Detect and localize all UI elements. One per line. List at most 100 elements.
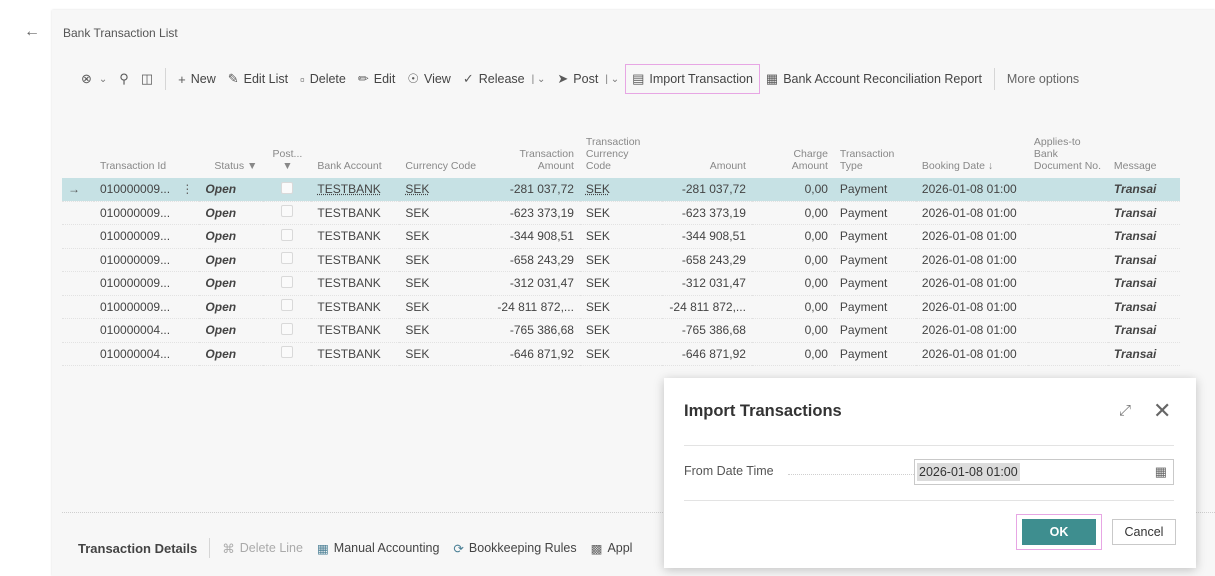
cell-message[interactable]: Transai bbox=[1107, 318, 1180, 343]
posted-checkbox[interactable] bbox=[281, 205, 294, 218]
cell-posted[interactable] bbox=[263, 342, 312, 366]
cell-bank-account[interactable]: TESTBANK bbox=[311, 224, 400, 249]
cell-status[interactable]: Open bbox=[199, 295, 264, 319]
cell-transaction-id[interactable]: 010000004... bbox=[94, 318, 200, 343]
cell-transaction-type[interactable]: Payment bbox=[833, 271, 916, 296]
cell-amount[interactable]: -24 811 872,... bbox=[661, 295, 752, 319]
cell-applies-to[interactable] bbox=[1027, 178, 1108, 202]
search-button[interactable]: ⚲ bbox=[113, 65, 135, 93]
cell-charge-amount[interactable]: 0,00 bbox=[751, 295, 834, 319]
close-icon[interactable]: ✕ bbox=[1153, 398, 1171, 424]
cell-message[interactable]: Transai bbox=[1107, 201, 1180, 225]
table-row[interactable]: 010000009... Open TESTBANK SEK -658 243,29 SE… bbox=[62, 248, 1180, 272]
cell-bank-account[interactable]: TESTBANK bbox=[311, 178, 400, 202]
apply-button[interactable]: ▩ Appl bbox=[591, 541, 633, 556]
cell-transaction-amount[interactable]: -646 871,92 bbox=[491, 342, 580, 366]
cell-transaction-currency-code[interactable]: SEK bbox=[579, 201, 662, 225]
cell-message[interactable]: Transai bbox=[1107, 342, 1180, 366]
cell-transaction-currency-code[interactable]: SEK bbox=[579, 318, 662, 343]
cell-currency-code[interactable]: SEK bbox=[399, 178, 492, 202]
posted-checkbox[interactable] bbox=[281, 275, 294, 288]
cell-charge-amount[interactable]: 0,00 bbox=[751, 201, 834, 225]
cell-transaction-currency-code[interactable]: SEK bbox=[579, 295, 662, 319]
cell-charge-amount[interactable]: 0,00 bbox=[751, 178, 834, 202]
cell-bank-account[interactable]: TESTBANK bbox=[311, 271, 400, 296]
cell-applies-to[interactable] bbox=[1027, 201, 1108, 225]
cell-applies-to[interactable] bbox=[1027, 342, 1108, 366]
cell-booking-date[interactable]: 2026-01-08 01:00 bbox=[915, 178, 1028, 202]
filter-dropdown-button[interactable]: ⊗ ⌄ bbox=[75, 65, 113, 93]
cell-message[interactable]: Transai bbox=[1107, 271, 1180, 296]
cell-transaction-type[interactable]: Payment bbox=[833, 318, 916, 343]
cell-message[interactable]: Transai bbox=[1107, 178, 1180, 202]
cell-applies-to[interactable] bbox=[1027, 295, 1108, 319]
cell-posted[interactable] bbox=[263, 295, 312, 319]
layout-button[interactable]: ◫ bbox=[135, 65, 159, 93]
cell-amount[interactable]: -646 871,92 bbox=[661, 342, 752, 366]
reconciliation-report-button[interactable]: ▦ Bank Account Reconciliation Report bbox=[760, 65, 988, 93]
column-header-status[interactable]: Status ▼ bbox=[199, 116, 263, 178]
cell-transaction-type[interactable]: Payment bbox=[833, 201, 916, 225]
cell-status[interactable]: Open bbox=[199, 271, 264, 296]
cell-transaction-type[interactable]: Payment bbox=[833, 295, 916, 319]
delete-line-button[interactable]: ⌘ Delete Line bbox=[222, 541, 303, 556]
cell-posted[interactable] bbox=[263, 271, 312, 296]
cell-currency-code[interactable]: SEK bbox=[399, 318, 492, 343]
posted-checkbox[interactable] bbox=[281, 252, 294, 265]
cell-currency-code[interactable]: SEK bbox=[399, 248, 492, 272]
column-header-bank-account[interactable]: Bank Account bbox=[311, 116, 399, 178]
table-row[interactable]: 010000009... Open TESTBANK SEK -344 908,51 SE… bbox=[62, 224, 1180, 249]
row-indicator[interactable] bbox=[62, 342, 94, 366]
column-header-transaction-amount[interactable]: Transaction Amount bbox=[491, 116, 580, 178]
cell-amount[interactable]: -623 373,19 bbox=[661, 201, 752, 225]
cell-applies-to[interactable] bbox=[1027, 224, 1108, 249]
cell-charge-amount[interactable]: 0,00 bbox=[751, 224, 834, 249]
cell-transaction-currency-code[interactable]: SEK bbox=[579, 248, 662, 272]
cell-transaction-amount[interactable]: -312 031,47 bbox=[491, 271, 580, 296]
column-header-transaction-currency-code[interactable]: Transaction Currency Code bbox=[580, 116, 662, 178]
cell-applies-to[interactable] bbox=[1027, 248, 1108, 272]
table-row[interactable]: 010000009... Open TESTBANK SEK -623 373,19 SE… bbox=[62, 201, 1180, 225]
table-row[interactable]: 010000009... Open TESTBANK SEK -24 811 872,.… bbox=[62, 295, 1180, 319]
cell-bank-account[interactable]: TESTBANK bbox=[311, 318, 400, 343]
cell-amount[interactable]: -765 386,68 bbox=[661, 318, 752, 343]
table-row[interactable]: 010000004... Open TESTBANK SEK -646 871,92 SE… bbox=[62, 342, 1180, 366]
column-header-charge-amount[interactable]: Charge Amount bbox=[752, 116, 834, 178]
expand-icon[interactable]: ⤢ bbox=[1119, 402, 1131, 419]
cell-currency-code[interactable]: SEK bbox=[399, 342, 492, 366]
back-button[interactable]: ← bbox=[20, 20, 44, 44]
cell-booking-date[interactable]: 2026-01-08 01:00 bbox=[915, 201, 1028, 225]
release-button[interactable]: ✓ Release | ⌄ bbox=[457, 65, 552, 93]
column-header-applies-to[interactable]: Applies-to Bank Document No. bbox=[1028, 116, 1108, 178]
row-indicator[interactable] bbox=[62, 224, 94, 249]
cell-amount[interactable]: -658 243,29 bbox=[661, 248, 752, 272]
posted-checkbox[interactable] bbox=[281, 228, 294, 241]
cell-posted[interactable] bbox=[263, 248, 312, 272]
edit-list-button[interactable]: ✎ Edit List bbox=[222, 65, 294, 93]
row-indicator[interactable] bbox=[62, 271, 94, 296]
cell-bank-account[interactable]: TESTBANK bbox=[311, 201, 400, 225]
cell-amount[interactable]: -344 908,51 bbox=[661, 224, 752, 249]
cell-status[interactable]: Open bbox=[199, 342, 264, 366]
cell-charge-amount[interactable]: 0,00 bbox=[751, 318, 834, 343]
column-header-amount[interactable]: Amount bbox=[662, 116, 752, 178]
cell-transaction-amount[interactable]: -344 908,51 bbox=[491, 224, 580, 249]
row-indicator[interactable] bbox=[62, 248, 94, 272]
cell-transaction-currency-code[interactable]: SEK bbox=[579, 224, 662, 249]
column-header-transaction-id[interactable]: Transaction Id bbox=[94, 116, 199, 178]
cell-status[interactable]: Open bbox=[199, 224, 264, 249]
post-button[interactable]: ➤ Post | ⌄ bbox=[551, 65, 625, 93]
cell-message[interactable]: Transai bbox=[1107, 248, 1180, 272]
cell-booking-date[interactable]: 2026-01-08 01:00 bbox=[915, 342, 1028, 366]
cell-posted[interactable] bbox=[263, 318, 312, 343]
posted-checkbox[interactable] bbox=[281, 181, 294, 194]
import-transaction-button[interactable]: ▤ Import Transaction bbox=[625, 64, 760, 94]
cell-amount[interactable]: -312 031,47 bbox=[661, 271, 752, 296]
cell-bank-account[interactable]: TESTBANK bbox=[311, 295, 400, 319]
cell-transaction-currency-code[interactable]: SEK bbox=[579, 271, 662, 296]
posted-checkbox[interactable] bbox=[281, 299, 294, 312]
cell-amount[interactable]: -281 037,72 bbox=[661, 178, 752, 202]
cell-transaction-amount[interactable]: -24 811 872,... bbox=[491, 295, 580, 319]
table-row[interactable]: 010000009... Open TESTBANK SEK -312 031,47 SE… bbox=[62, 271, 1180, 296]
cell-transaction-id[interactable]: 010000009... ⋮ bbox=[94, 178, 200, 202]
